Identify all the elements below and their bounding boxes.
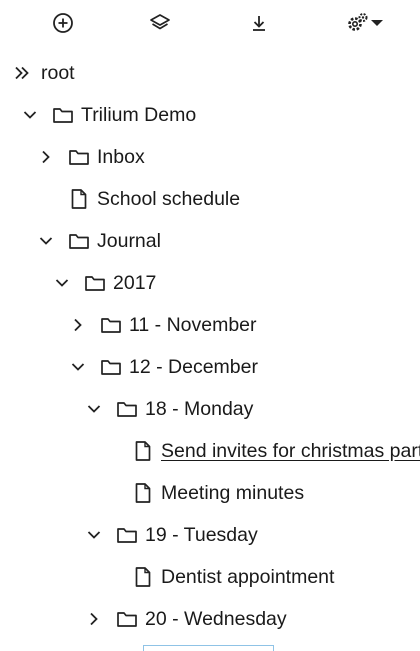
folder-icon: [100, 314, 122, 336]
dropdown-caret-icon: [371, 20, 383, 26]
folder-icon: [52, 104, 74, 126]
tree-item-root[interactable]: root: [0, 52, 420, 94]
chevron-right-icon[interactable]: [70, 317, 86, 333]
tree-item[interactable]: 2017: [0, 262, 420, 304]
tree-item[interactable]: 19 - Tuesday: [0, 514, 420, 556]
tree-item-label: Journal: [97, 230, 161, 252]
create-root-note-button[interactable]: [50, 10, 76, 36]
tree-settings-button[interactable]: [344, 10, 386, 36]
tree-item-label: 12 - December: [129, 356, 258, 378]
tree-item-label: Dentist appointment: [161, 566, 335, 588]
folder-icon: [68, 146, 90, 168]
folder-icon: [100, 356, 122, 378]
gears-icon: [348, 13, 368, 31]
tree-item[interactable]: Trilium Demo: [0, 94, 420, 136]
note-icon: [132, 566, 154, 588]
tree-item[interactable]: School schedule: [0, 178, 420, 220]
folder-icon: [116, 524, 138, 546]
tree-item-label: 20 - Wednesday: [145, 608, 287, 630]
tree-item-label: root: [41, 62, 75, 84]
tree-item[interactable]: 18 - Monday: [0, 388, 420, 430]
folder-icon: [116, 398, 138, 420]
collapse-tree-button[interactable]: [147, 10, 173, 36]
chevron-right-icon[interactable]: [38, 149, 54, 165]
double-chevron-right-icon[interactable]: [14, 65, 30, 81]
tree-item[interactable]: Send invites for christmas party: [0, 430, 420, 472]
tree-item-label: School schedule: [97, 188, 241, 210]
tree-item-label: Meeting minutes: [161, 482, 305, 504]
folder-icon: [116, 608, 138, 630]
tree-item[interactable]: Journal: [0, 220, 420, 262]
chevron-down-icon[interactable]: [86, 401, 102, 417]
note-icon: [132, 440, 154, 462]
scroll-to-active-button[interactable]: [246, 10, 272, 36]
tree-toolbar: [0, 0, 420, 46]
tree-item-label: 11 - November: [129, 314, 257, 336]
tree-item[interactable]: Meeting minutes: [0, 472, 420, 514]
note-icon: [132, 482, 154, 504]
tree-item-label: Send invites for christmas party: [161, 440, 420, 462]
chevron-down-icon[interactable]: [38, 233, 54, 249]
tree-item[interactable]: Dentist appointment: [0, 556, 420, 598]
chevron-down-icon[interactable]: [22, 107, 38, 123]
tree-item-label: Trilium Demo: [81, 104, 197, 126]
note-icon: [68, 188, 90, 210]
folder-icon: [84, 272, 106, 294]
tree-item[interactable]: 20 - Wednesday: [0, 598, 420, 640]
chevron-down-icon[interactable]: [54, 275, 70, 291]
drop-indicator: [143, 645, 274, 651]
tree-item-label: 2017: [113, 272, 157, 294]
tree-item-label: 19 - Tuesday: [145, 524, 258, 546]
chevron-right-icon[interactable]: [86, 611, 102, 627]
chevron-down-icon[interactable]: [70, 359, 86, 375]
layers-icon: [150, 14, 170, 30]
download-arrow-icon: [253, 16, 265, 31]
tree-item-label: 18 - Monday: [145, 398, 254, 420]
plus-circle-icon: [53, 13, 73, 33]
tree-item[interactable]: 11 - November: [0, 304, 420, 346]
tree-item[interactable]: 12 - December: [0, 346, 420, 388]
tree-item[interactable]: Inbox: [0, 136, 420, 178]
folder-icon: [68, 230, 90, 252]
chevron-down-icon[interactable]: [86, 527, 102, 543]
tree-item-label: Inbox: [97, 146, 145, 168]
